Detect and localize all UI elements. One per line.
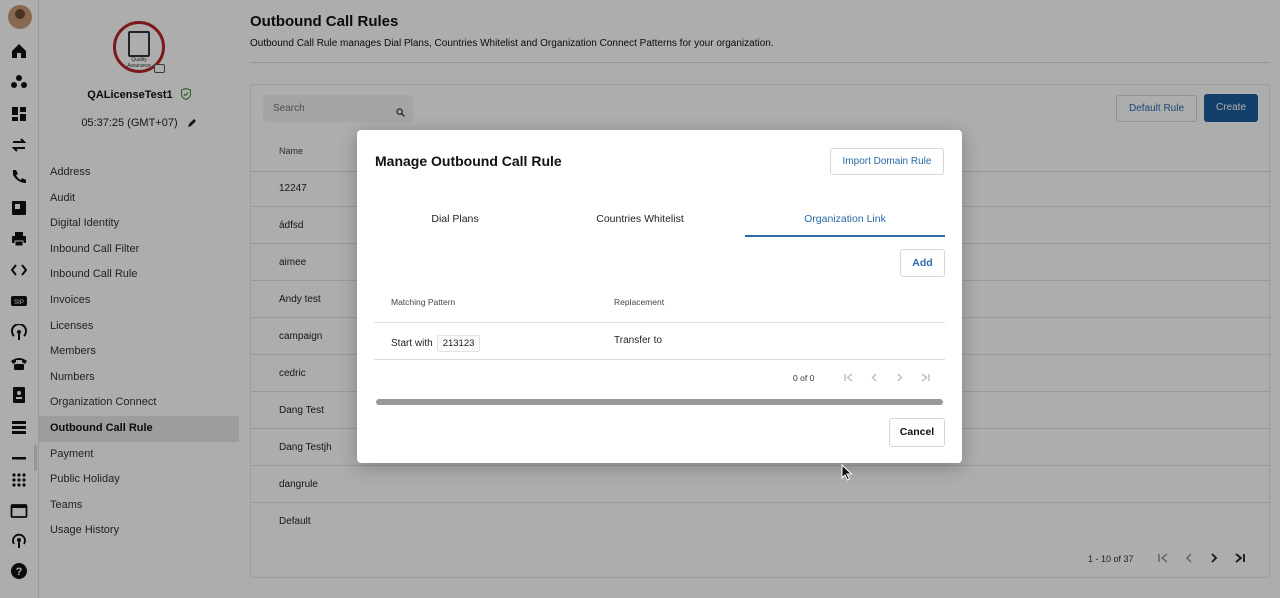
import-domain-rule-button[interactable]: Import Domain Rule xyxy=(830,148,944,175)
last-page-icon[interactable] xyxy=(919,371,932,384)
column-header-replacement: Replacement xyxy=(614,297,665,307)
tab-dial-plans[interactable]: Dial Plans xyxy=(374,206,536,237)
dialog-table-header-divider xyxy=(374,322,945,323)
match-type-label: Start with xyxy=(391,338,433,349)
matching-pattern-cell: Start with 213123 xyxy=(391,335,481,352)
dialog-tabs: Dial Plans Countries Whitelist Organizat… xyxy=(374,206,945,238)
horizontal-scrollbar[interactable] xyxy=(376,399,943,405)
dialog-title: Manage Outbound Call Rule xyxy=(375,153,562,169)
cancel-button[interactable]: Cancel xyxy=(889,418,945,447)
column-header-matching-pattern: Matching Pattern xyxy=(391,297,456,307)
mouse-cursor-icon xyxy=(841,463,853,481)
dialog-row-divider xyxy=(374,359,945,360)
prev-page-icon[interactable] xyxy=(868,371,881,384)
add-button[interactable]: Add xyxy=(900,249,945,277)
dialog-pagination-text: 0 of 0 xyxy=(793,373,815,383)
manage-outbound-call-rule-dialog: Manage Outbound Call Rule Import Domain … xyxy=(357,130,962,463)
tab-countries-whitelist[interactable]: Countries Whitelist xyxy=(559,206,721,237)
match-value-chip[interactable]: 213123 xyxy=(436,335,481,352)
first-page-icon[interactable] xyxy=(842,371,855,384)
next-page-icon[interactable] xyxy=(893,371,906,384)
tab-organization-link[interactable]: Organization Link xyxy=(745,206,945,237)
replacement-cell: Transfer to xyxy=(614,335,662,346)
